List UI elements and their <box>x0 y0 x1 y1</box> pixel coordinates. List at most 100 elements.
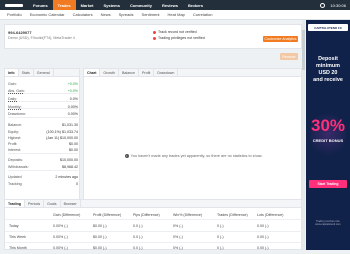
table-cell: 0% (-) <box>173 246 183 250</box>
tab-trading[interactable]: Trading <box>5 200 25 207</box>
subnav-item-news[interactable]: News <box>101 12 111 17</box>
ad-cta-button[interactable]: Start Trading <box>309 180 347 188</box>
table-cell: $0.00 (-) <box>93 246 107 250</box>
nav-item-brokers[interactable]: Brokers <box>183 0 208 10</box>
nav-item-trades[interactable]: Trades <box>52 0 76 10</box>
tab-drawdown[interactable]: Drawdown <box>154 69 179 76</box>
table-cell: 0% (-) <box>173 235 183 239</box>
divider <box>8 153 78 154</box>
tab-growth[interactable]: Growth <box>100 69 119 76</box>
stat-label: Drawdown: <box>8 112 26 116</box>
stat-label: Profit: <box>8 142 18 146</box>
stat-row: Drawdown: 0.00% <box>8 111 78 117</box>
main-nav: Forums Trades Market Systems Community Review… <box>28 0 208 10</box>
ad-line-3: USD 20 <box>318 70 338 76</box>
stat-value: 2 minutes ago <box>55 175 78 179</box>
nav-item-systems[interactable]: Systems <box>98 0 124 10</box>
stat-row: Tracking 0 <box>8 181 78 187</box>
table-cell: 0.00 (-) <box>257 224 269 228</box>
page-scrollbar[interactable] <box>302 20 305 250</box>
tab-profit[interactable]: Profit <box>139 69 155 76</box>
column-header: Lots (Difference) <box>257 213 284 217</box>
stat-value: $10,000.00 <box>60 158 78 162</box>
tab-chart[interactable]: Chart <box>84 69 101 76</box>
stat-label: Tracking <box>8 182 22 186</box>
table-row: This Week 0.00% (-) $0.00 (-) 0.0 (-) 0% (-)… <box>5 232 303 243</box>
stat-row: Deposits: $10,000.00 <box>8 157 78 163</box>
account-header: 994-6429077 Demo (USD), FXsolid(FT4), Me… <box>4 24 302 49</box>
stat-value: (Jan 11) $10,000.00 <box>46 136 78 140</box>
table-cell: 0% (-) <box>173 224 183 228</box>
row-label: This Week <box>9 235 26 239</box>
column-header: Trades (Difference) <box>217 213 248 217</box>
table-cell: 0.0 (-) <box>133 246 143 250</box>
subnav-item-spreads[interactable]: Spreads <box>119 12 134 17</box>
empty-state-text: You haven't made any trades yet apparent… <box>130 154 263 158</box>
ad-brand: CAPITALXTEND FX <box>308 24 348 31</box>
track-record-status[interactable]: Track record not verified <box>153 30 197 34</box>
stat-label: Monthly: <box>8 105 22 109</box>
tab-periods[interactable]: Periods <box>25 200 45 207</box>
subnav-item-economic-calendar[interactable]: Economic Calendar <box>30 12 65 17</box>
trading-privileges-text: Trading privileges not verified <box>158 36 205 40</box>
nav-item-forums[interactable]: Forums <box>28 0 53 10</box>
tab-general[interactable]: General <box>34 69 54 76</box>
stat-value: +0.0% <box>67 89 78 93</box>
advertisement-banner[interactable]: CAPITALXTEND FX Deposit minimum USD 20 a… <box>306 20 350 250</box>
stat-value: +0.0% <box>67 82 78 86</box>
table-cell: 0.00% (-) <box>53 224 68 228</box>
stat-row: Interest: $0.00 <box>8 147 78 153</box>
stat-value: (100.1%) $1,033.74 <box>46 130 78 134</box>
stat-label: Deposits: <box>8 158 23 162</box>
stat-label: Daily: <box>8 97 17 101</box>
tab-goals[interactable]: Goals <box>44 200 61 207</box>
stat-value: $0.00 <box>69 148 78 152</box>
chart-tabs: Chart Growth Balance Profit Drawdown <box>84 69 301 77</box>
stat-label: Abs. Gain: <box>8 89 25 93</box>
table-cell: $0.00 (-) <box>93 224 107 228</box>
scrollbar-thumb[interactable] <box>302 30 305 70</box>
stat-value: $8,968.42 <box>62 165 78 169</box>
user-icon[interactable] <box>320 2 326 8</box>
sub-navigation-bar: Portfolio Economic Calendar Calculators New… <box>0 10 350 20</box>
customize-analytics-button[interactable]: Customize Analytics <box>263 36 298 42</box>
table-cell: 0.00% (-) <box>53 246 68 250</box>
table-cell: $0.00 (-) <box>93 235 107 239</box>
subnav-item-heat-map[interactable]: Heat Map <box>168 12 185 17</box>
ad-percent: 30% <box>310 116 346 135</box>
tab-info[interactable]: Info <box>5 69 19 76</box>
stat-row: Updated 2 minutes ago <box>8 174 78 180</box>
tab-balance[interactable]: Balance <box>119 69 139 76</box>
stat-value: 0.00% <box>67 112 78 116</box>
account-name: 994-6429077 <box>8 30 32 35</box>
subnav-item-sentiment[interactable]: Sentiment <box>142 12 160 17</box>
subnav-item-portfolio[interactable]: Portfolio <box>7 12 22 17</box>
tab-browser[interactable]: Browser <box>61 200 81 207</box>
subnav-item-correlation[interactable]: Correlation <box>193 12 213 17</box>
stat-row: Withdrawals: $8,968.42 <box>8 164 78 170</box>
account-server: Demo (USD), FXsolid(FT4), MetaTrader 4 <box>8 36 75 40</box>
stat-value: 0.00% <box>67 105 78 109</box>
main-content: 994-6429077 Demo (USD), FXsolid(FT4), Me… <box>0 20 303 254</box>
tab-stats[interactable]: Stats <box>19 69 34 76</box>
empty-state-message: i You haven't made any trades yet apparen… <box>84 154 303 158</box>
info-icon: i <box>124 154 129 158</box>
stat-label: Withdrawals: <box>8 165 29 169</box>
stat-row: Balance: $1,031.30 <box>8 122 78 128</box>
nav-item-community[interactable]: Community <box>125 0 157 10</box>
trading-privileges-status[interactable]: Trading privileges not verified <box>153 36 205 40</box>
nav-item-market[interactable]: Market <box>76 0 99 10</box>
column-header: Win% (Difference) <box>173 213 203 217</box>
stat-value: $1,031.30 <box>62 123 78 127</box>
warning-dot-icon <box>153 30 156 34</box>
nav-item-reviews[interactable]: Reviews <box>157 0 183 10</box>
divider <box>8 117 78 118</box>
table-header: Gain (Difference) Profit (Difference) Pips… <box>5 210 303 220</box>
stat-value: $0.00 <box>69 142 78 146</box>
stat-value: 0.0% <box>69 97 78 101</box>
table-cell: 0.0 (-) <box>133 235 143 239</box>
site-logo[interactable] <box>0 0 28 10</box>
ad-headline: Deposit minimum USD 20 and receive <box>306 56 350 84</box>
remove-button[interactable]: Remove <box>280 53 298 60</box>
subnav-item-calculators[interactable]: Calculators <box>73 12 93 17</box>
